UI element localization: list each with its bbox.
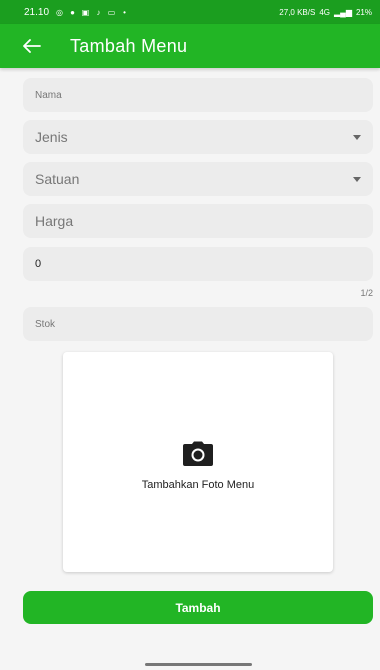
satuan-placeholder: Satuan [35, 171, 80, 187]
status-right: 27,0 KB/S 4G ▂▄▆ 21% [279, 8, 372, 17]
dropdown-arrow-icon [353, 176, 361, 182]
mail-icon: ▭ [107, 7, 116, 17]
battery-level: 21% [355, 7, 372, 17]
stok-placeholder: Stok [35, 318, 56, 330]
nama-field[interactable]: Nama [23, 78, 373, 112]
jumlah-field[interactable]: 0 [23, 247, 373, 281]
arrow-back-icon [23, 39, 41, 53]
home-indicator[interactable] [145, 663, 252, 666]
status-time: 21.10 [24, 6, 50, 18]
jenis-placeholder: Jenis [35, 129, 68, 145]
chat-icon: ● [70, 7, 75, 17]
dot-icon: • [123, 7, 126, 17]
nama-placeholder: Nama [35, 89, 62, 101]
character-counter: 1/2 [360, 288, 373, 298]
back-button[interactable] [20, 34, 44, 58]
network-type: 4G [319, 7, 330, 17]
status-notification-icons: ◎ ● ▣ ♪ ▭ • [55, 8, 129, 17]
camera-icon [183, 441, 213, 466]
message-icon: ▣ [81, 7, 90, 17]
page-title: Tambah Menu [70, 35, 188, 56]
stok-field[interactable]: Stok [23, 307, 373, 341]
satuan-dropdown[interactable]: Satuan [23, 162, 373, 196]
harga-field[interactable]: Harga [23, 204, 373, 238]
signal-icon: ▂▄▆ [334, 7, 352, 17]
jumlah-value: 0 [35, 258, 42, 270]
tiktok-icon: ♪ [96, 7, 101, 17]
status-bar: 21.10 ◎ ● ▣ ♪ ▭ • 27,0 KB/S 4G ▂▄▆ 21% [0, 0, 380, 24]
network-speed: 27,0 KB/S [279, 7, 316, 17]
add-photo-card[interactable]: Tambahkan Foto Menu [63, 352, 333, 572]
dropdown-arrow-icon [353, 134, 361, 140]
app-bar: Tambah Menu [0, 24, 380, 68]
whatsapp-icon: ◎ [56, 7, 64, 17]
submit-button[interactable]: Tambah [23, 591, 373, 624]
jenis-dropdown[interactable]: Jenis [23, 120, 373, 154]
screen: 21.10 ◎ ● ▣ ♪ ▭ • 27,0 KB/S 4G ▂▄▆ 21% T… [0, 0, 380, 670]
harga-placeholder: Harga [35, 213, 74, 229]
add-photo-label: Tambahkan Foto Menu [141, 479, 255, 491]
